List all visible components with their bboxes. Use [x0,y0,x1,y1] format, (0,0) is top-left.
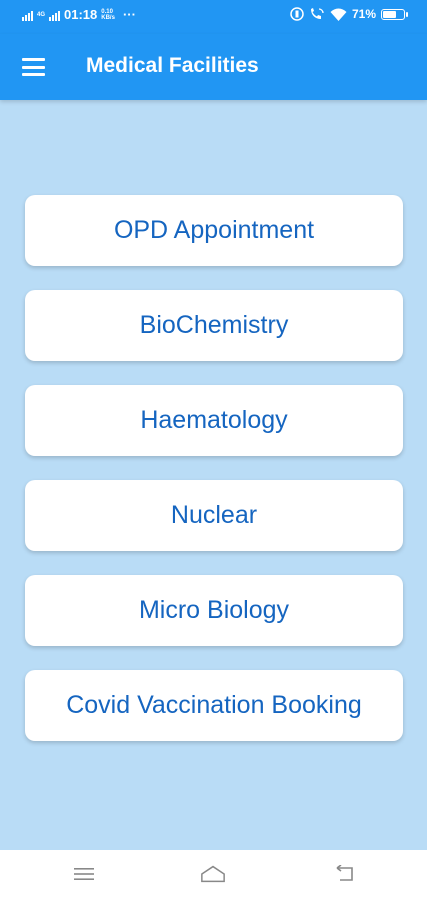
battery-level [383,10,397,18]
wifi-icon [330,8,347,21]
micro-biology-button[interactable]: Micro Biology [25,575,403,646]
wifi-call-icon [310,8,324,19]
covid-vaccination-booking-button[interactable]: Covid Vaccination Booking [25,670,403,741]
app-bar: Medical Facilities [0,34,427,100]
vibrate-icon [290,7,304,21]
network-type: 4G [37,11,46,18]
biochemistry-button[interactable]: BioChemistry [25,290,403,361]
navigation-bar [0,850,427,900]
recents-icon[interactable] [71,862,97,886]
facility-list: OPD Appointment BioChemistry Haematology… [25,195,403,765]
signal-icon [22,9,33,21]
network-speed: 0.10 KB/s [101,8,115,21]
page-title: Medical Facilities [86,54,259,77]
nuclear-button[interactable]: Nuclear [25,480,403,551]
hamburger-menu-icon[interactable] [22,58,45,76]
haematology-button[interactable]: Haematology [25,385,403,456]
battery-icon [381,8,408,20]
opd-appointment-button[interactable]: OPD Appointment [25,195,403,266]
signal-icon-2 [49,9,61,21]
status-time: 01:18 [64,7,98,22]
more-dots: ··· [122,7,136,22]
back-icon[interactable] [331,862,357,886]
status-bar: 4G 01:18 0.10 KB/s ··· 71% [0,0,427,34]
battery-percent: 71% [351,7,376,21]
home-icon[interactable] [200,862,226,886]
status-right: 71% [290,7,408,21]
status-left: 4G 01:18 0.10 KB/s ··· [22,7,136,22]
